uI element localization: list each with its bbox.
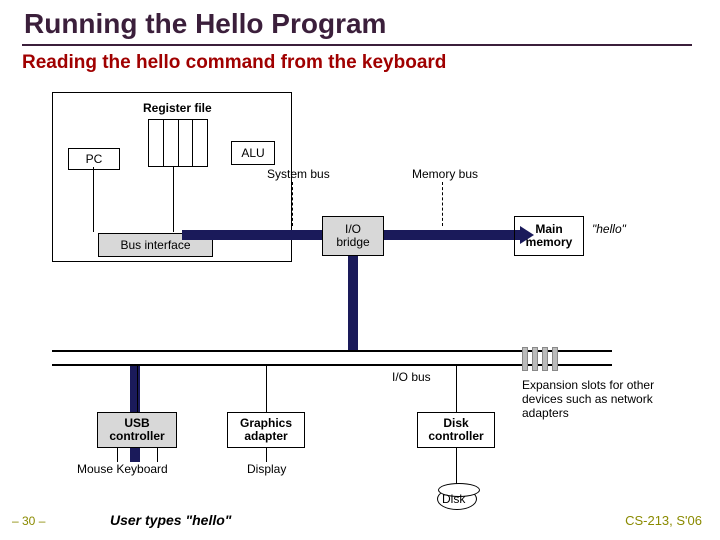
graphics-adapter-box: Graphics adapter — [227, 412, 305, 448]
io-bridge-box: I/O bridge — [322, 216, 384, 256]
diskctrl-to-iobus-line — [456, 366, 457, 412]
diskctrl-to-disk-line — [456, 448, 457, 488]
usb-to-keyboard-line — [157, 448, 158, 462]
slide-title: Running the Hello Program — [24, 8, 386, 40]
graphics-to-iobus-line — [266, 366, 267, 412]
caption: User types "hello" — [110, 512, 231, 528]
memory-bus-label: Memory bus — [412, 167, 478, 181]
system-bus-dash-arrow — [292, 182, 293, 226]
page-number: – 30 – — [12, 514, 45, 528]
pc-box: PC — [68, 148, 120, 170]
usb-to-mouse-line — [117, 448, 118, 462]
slide-subtitle: Reading the hello command from the keybo… — [22, 52, 446, 74]
main-memory-box: Main memory — [514, 216, 584, 256]
io-bus-label: I/O bus — [392, 370, 431, 384]
expansion-slots-label: Expansion slots for other devices such a… — [522, 378, 682, 420]
graphics-to-display-line — [266, 448, 267, 462]
hello-string-label: "hello" — [592, 222, 626, 236]
register-file — [148, 119, 208, 167]
course-code-footer: CS-213, S'06 — [625, 513, 702, 528]
mouse-keyboard-label: Mouse Keyboard — [77, 462, 168, 476]
disk-label: Disk — [442, 492, 465, 506]
regfile-to-bus-line — [173, 167, 174, 232]
register-file-label: Register file — [143, 101, 212, 115]
system-bus-label: System bus — [267, 167, 330, 181]
memory-bus-dash-arrow — [442, 182, 443, 226]
disk-controller-box: Disk controller — [417, 412, 495, 448]
alu-box: ALU — [231, 141, 275, 165]
title-underline — [22, 44, 692, 46]
system-diagram: Register file PC ALU Bus interface Syste… — [22, 82, 702, 512]
display-label: Display — [247, 462, 286, 476]
usb-to-iobus-line — [137, 366, 138, 412]
usb-controller-box: USB controller — [97, 412, 177, 448]
pc-to-bus-line — [93, 167, 94, 232]
expansion-slots-icon — [522, 347, 558, 371]
